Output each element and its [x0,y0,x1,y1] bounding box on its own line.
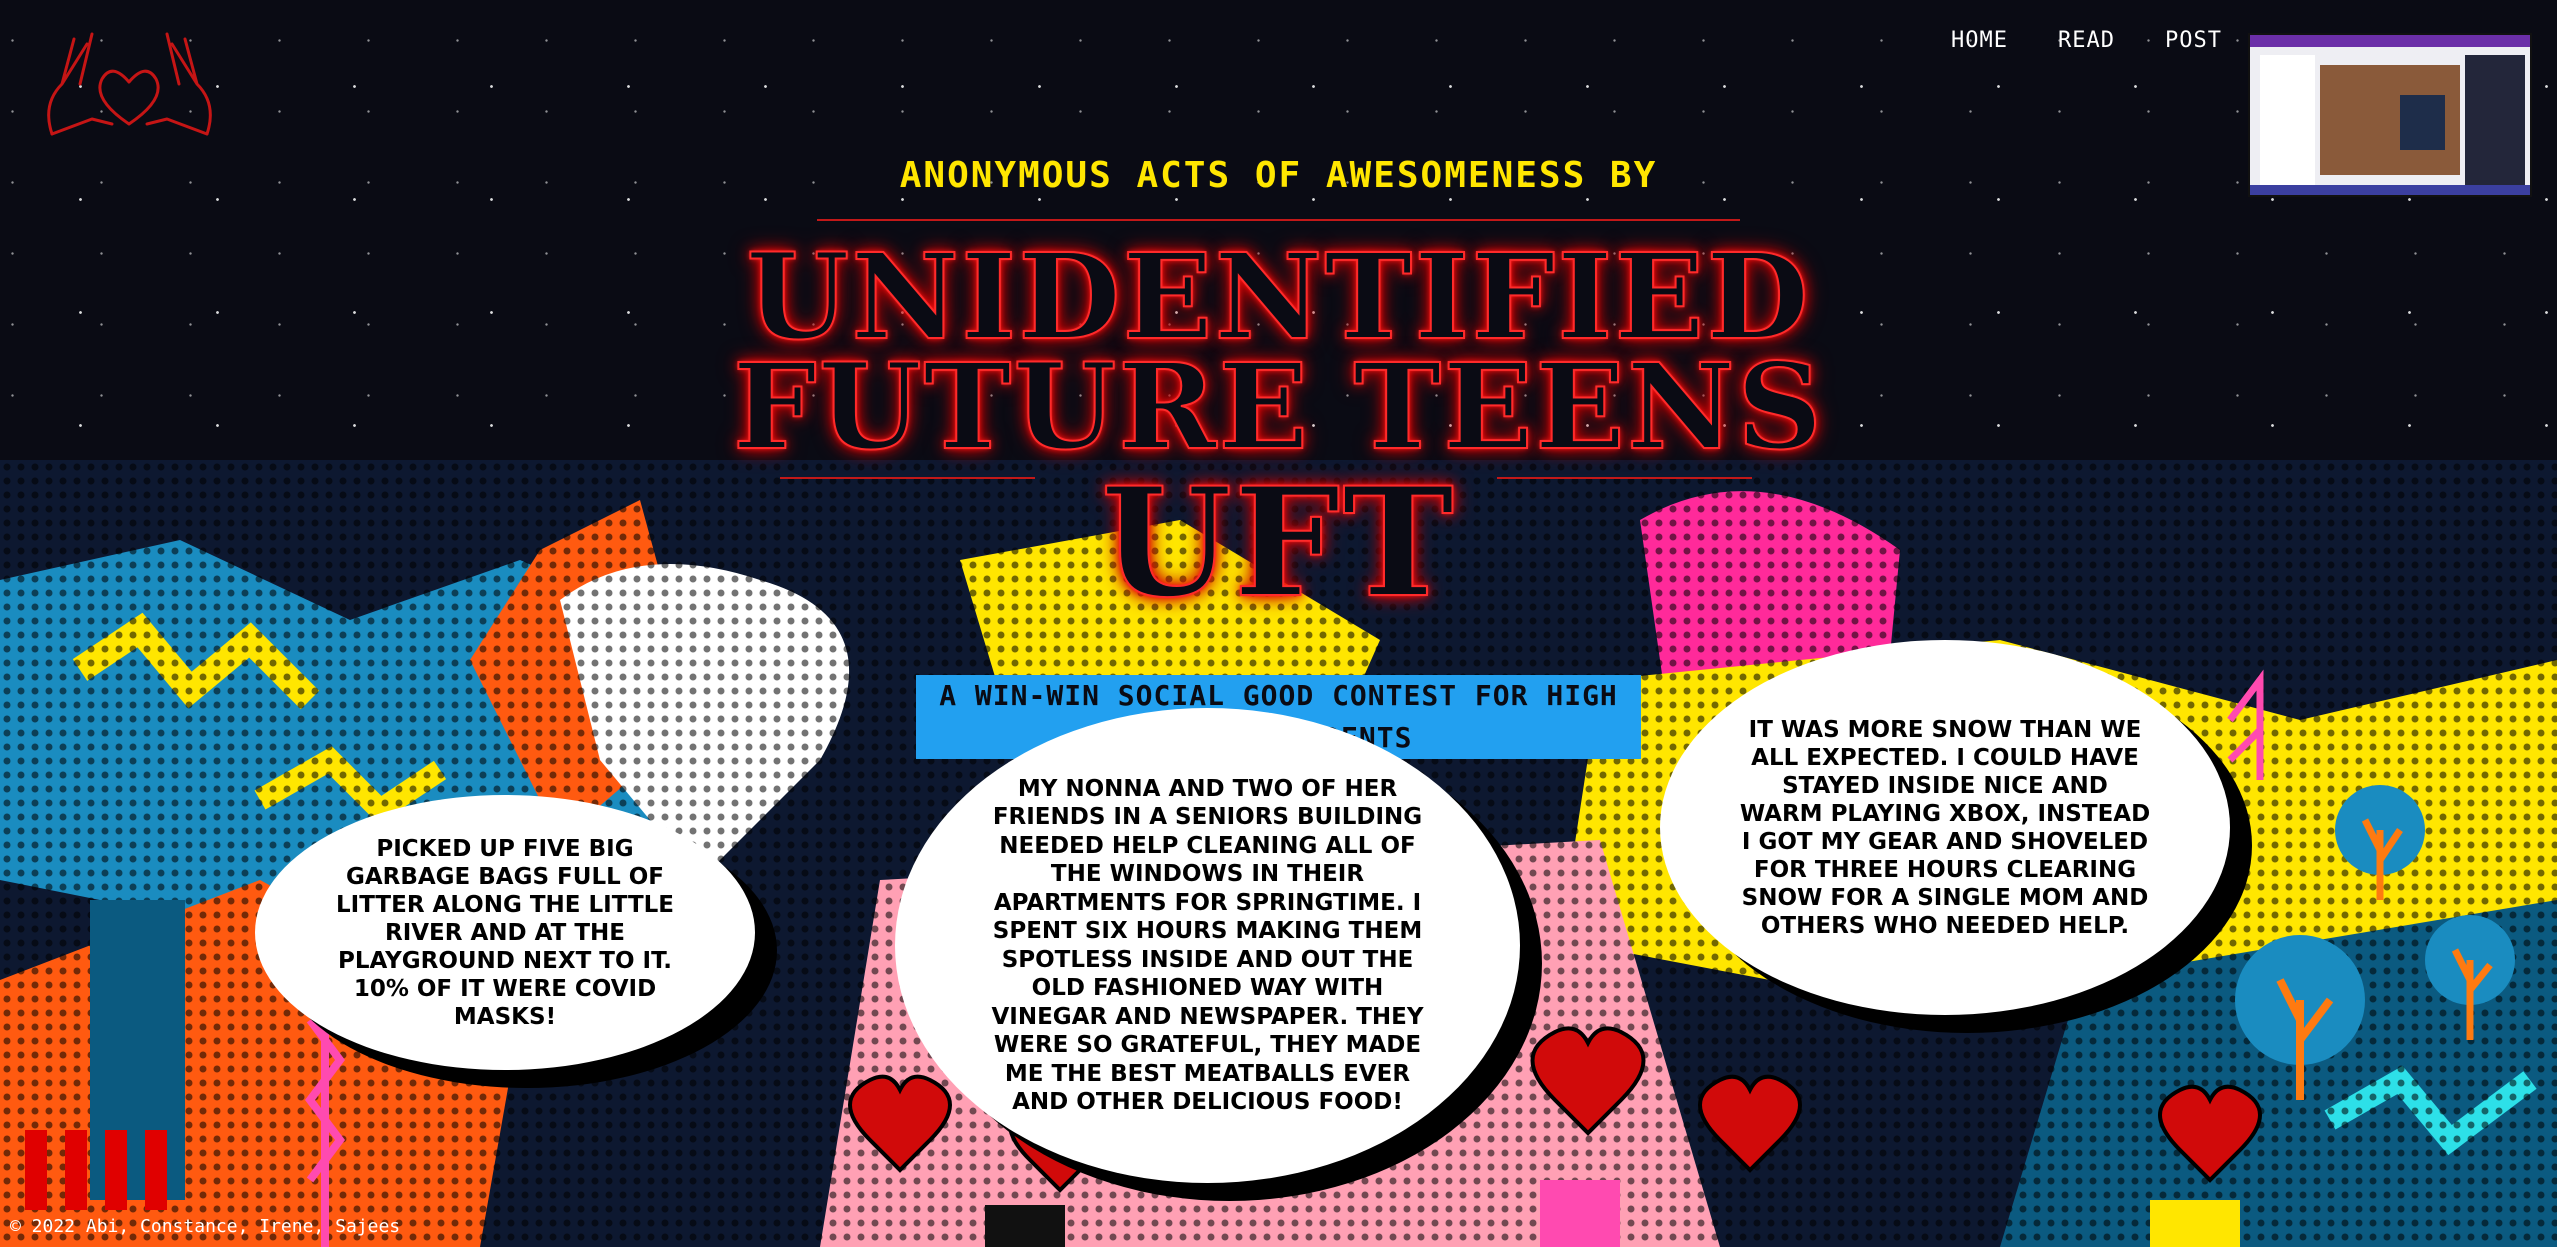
story-bubble-3[interactable]: It was more snow than we all expected. I… [1660,640,2230,1015]
story-bubble-2[interactable]: My Nonna and two of her friends in a sen… [895,708,1520,1183]
nav-read-link[interactable]: READ [2058,28,2115,53]
nav-home-link[interactable]: HOME [1951,28,2008,53]
story-bubble-1[interactable]: Picked up five big garbage bags full of … [255,795,755,1070]
hero-pre-title: ANONYMOUS ACTS OF AWESOMENESS BY [899,155,1658,196]
main-nav: HOME READ POST [1951,28,2222,53]
heart-hands-logo-icon[interactable] [32,24,227,148]
copyright-footer: © 2022 Abi, Constance, Irene, Sajees [10,1216,401,1237]
hero-title-abbrev: UFT [1100,455,1456,631]
title-rule-top [817,219,1740,221]
nav-post-link[interactable]: POST [2165,28,2222,53]
hero-title-line-2: FUTURE TEENS [732,337,1825,476]
